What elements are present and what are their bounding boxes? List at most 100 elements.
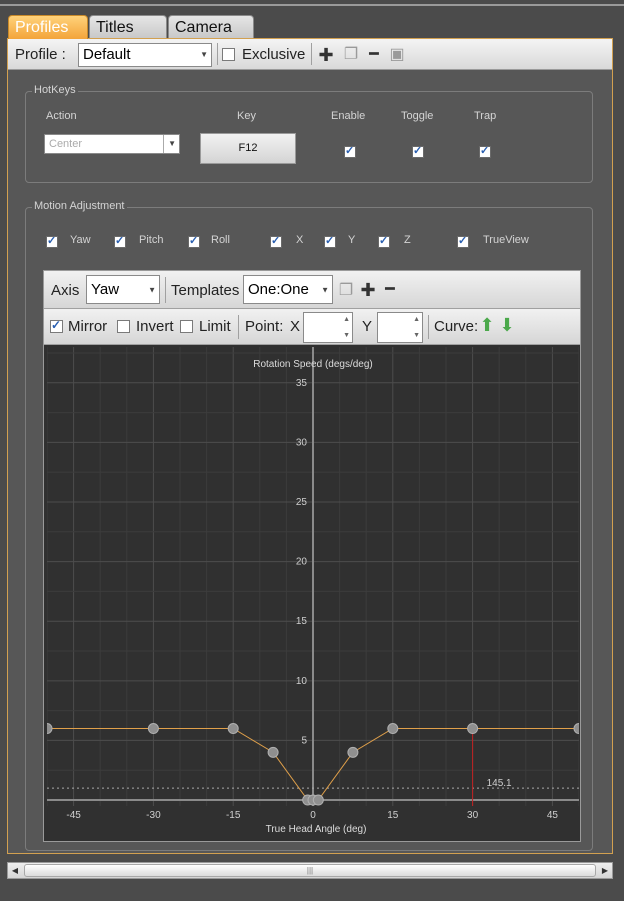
x-tick-label: 15 (387, 810, 399, 821)
templates-label: Templates (171, 282, 240, 299)
tab-camera[interactable]: Camera (168, 15, 254, 39)
curve-editor: Axis Yaw ▼ Templates One:One ▼ ❐ ✚ ━ Mir… (43, 270, 581, 842)
point-y-input[interactable]: ▲ ▼ (377, 312, 423, 343)
curve-control-point (467, 723, 479, 735)
trap-column-label: Trap (474, 110, 497, 122)
templates-select[interactable]: One:One ▼ (243, 275, 333, 304)
yaw-checkbox[interactable] (46, 234, 58, 248)
trap-checkbox[interactable] (479, 144, 491, 158)
top-border (0, 4, 624, 6)
tab-camera-label: Camera (175, 19, 232, 36)
y-tick-label: 15 (296, 616, 308, 627)
point-label: Point: (245, 318, 284, 335)
chevron-down-icon: ▼ (148, 285, 156, 294)
x-tick-label: 0 (310, 810, 316, 821)
x-tick-label: -30 (146, 810, 161, 821)
point-y-label: Y (362, 318, 373, 335)
motion-adjustment-title: Motion Adjustment (32, 200, 127, 212)
curve-up-arrow-icon[interactable]: ⬆ (478, 316, 496, 334)
axis-label: Axis (51, 282, 80, 299)
curve-control-point (347, 746, 359, 758)
point-x-label: X (290, 318, 301, 335)
chevron-down-icon: ▼ (200, 50, 208, 59)
invert-label: Invert (136, 318, 174, 335)
limit-label: Limit (199, 318, 231, 335)
spin-up-icon[interactable]: ▲ (413, 316, 420, 323)
point-x-input[interactable]: ▲ ▼ (303, 312, 353, 343)
templates-select-value: One:One (248, 281, 309, 298)
grid (47, 347, 579, 806)
x-tick-label: 30 (467, 810, 479, 821)
scroll-right-icon[interactable]: ▶ (598, 863, 612, 878)
y-tick-label: 30 (296, 437, 308, 448)
curve-chart[interactable]: 5 10 15 20 25 30 35 -45 -30 -15 0 15 30 45 145.1 Rotat… (47, 347, 579, 840)
x-label: X (296, 234, 304, 246)
chart-title: Rotation Speed (degs/deg) (253, 359, 373, 370)
spin-up-icon[interactable]: ▲ (343, 316, 350, 323)
trueview-label: TrueView (483, 234, 529, 246)
curve-control-point (312, 794, 324, 806)
roll-label: Roll (211, 234, 230, 246)
invert-checkbox[interactable] (117, 320, 130, 333)
pitch-label: Pitch (139, 234, 164, 246)
tab-titles-label: Titles (96, 19, 134, 36)
enable-checkbox[interactable] (344, 144, 356, 158)
profile-select[interactable]: Default ▼ (78, 43, 212, 67)
remove-icon[interactable]: ━ (381, 282, 399, 298)
action-column-label: Action (46, 110, 77, 122)
yaw-label: Yaw (70, 234, 91, 246)
curve-control-point (387, 723, 399, 735)
toggle-checkbox[interactable] (412, 144, 424, 158)
marker-label: 145.1 (487, 778, 512, 789)
action-select[interactable]: Center ▼ (44, 134, 180, 154)
remove-icon[interactable]: ━ (365, 47, 383, 63)
copy-icon[interactable]: ❐ (342, 47, 360, 63)
exclusive-label: Exclusive (242, 46, 306, 63)
hotkeys-title: HotKeys (32, 84, 78, 96)
tab-profiles[interactable]: Profiles (8, 15, 88, 39)
curve-control-point (147, 723, 159, 735)
pitch-checkbox[interactable] (114, 234, 126, 248)
curve-down-arrow-icon[interactable]: ⬇ (498, 316, 516, 334)
y-tick-label: 20 (296, 557, 308, 568)
horizontal-scrollbar[interactable]: ◀ ||| ▶ (7, 862, 613, 879)
z-checkbox[interactable] (378, 234, 390, 248)
mirror-checkbox[interactable] (50, 318, 63, 333)
add-icon[interactable]: ✚ (317, 46, 335, 64)
graph-toolbar-top: Axis Yaw ▼ Templates One:One ▼ ❐ ✚ ━ (44, 271, 580, 309)
y-tick-label: 5 (301, 735, 307, 746)
copy-icon[interactable]: ❐ (337, 283, 355, 299)
chevron-down-icon: ▼ (321, 285, 329, 294)
spin-down-icon[interactable]: ▼ (343, 332, 350, 339)
key-button[interactable]: F12 (200, 133, 296, 164)
toolbar-divider (311, 43, 312, 65)
action-select-value: Center (49, 138, 83, 150)
trueview-checkbox[interactable] (457, 234, 469, 248)
toolbar-divider (217, 43, 218, 65)
scroll-left-icon[interactable]: ◀ (8, 863, 22, 878)
tab-titles[interactable]: Titles (89, 15, 167, 39)
axis-select[interactable]: Yaw ▼ (86, 275, 160, 304)
x-tick-label: -15 (226, 810, 241, 821)
roll-checkbox[interactable] (188, 234, 200, 248)
limit-checkbox[interactable] (180, 320, 193, 333)
profile-label: Profile : (15, 46, 66, 63)
key-column-label: Key (237, 110, 256, 122)
curve-label: Curve: (434, 318, 479, 335)
chevron-down-icon: ▼ (163, 135, 176, 153)
add-icon[interactable]: ✚ (359, 281, 377, 299)
mirror-label: Mirror (68, 318, 108, 335)
enable-column-label: Enable (331, 110, 366, 122)
y-tick-label: 10 (296, 676, 308, 687)
spin-down-icon[interactable]: ▼ (413, 332, 420, 339)
y-label: Y (348, 234, 356, 246)
save-icon[interactable]: ▣ (388, 47, 406, 63)
exclusive-checkbox[interactable] (222, 48, 235, 61)
graph-toolbar-bottom: Mirror Invert Limit Point: X ▲ ▼ Y ▲ ▼ C (44, 309, 580, 345)
x-checkbox[interactable] (270, 234, 282, 248)
toggle-column-label: Toggle (401, 110, 434, 122)
y-checkbox[interactable] (324, 234, 336, 248)
axis-select-value: Yaw (91, 281, 120, 298)
scrollbar-thumb[interactable]: ||| (24, 864, 596, 877)
x-tick-label: -45 (66, 810, 81, 821)
